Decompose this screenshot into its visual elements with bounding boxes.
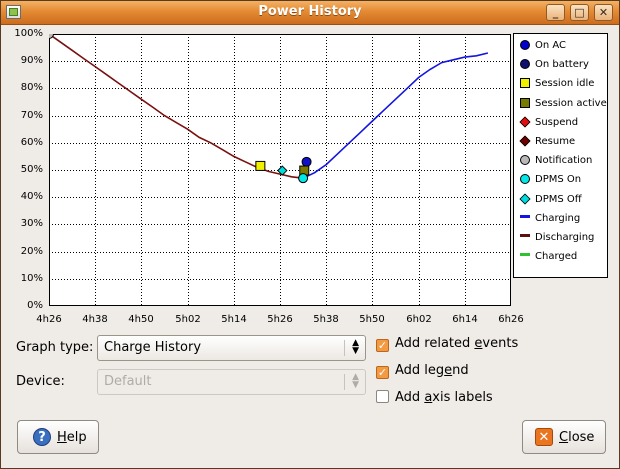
add-axis-labels-checkbox[interactable]: Add axis labels <box>376 390 493 405</box>
legend-item: On battery <box>520 59 589 70</box>
legend-swatch-square-icon <box>520 97 530 108</box>
legend-item: Notification <box>520 155 592 166</box>
legend-item: On AC <box>520 40 566 51</box>
x-tick-label: 6h14 <box>452 314 478 325</box>
legend-swatch-circle-icon <box>520 174 530 185</box>
legend-label: Suspend <box>535 116 579 128</box>
close-window-button[interactable]: ✕ <box>594 4 613 21</box>
legend-swatch-diamond-icon <box>519 135 531 147</box>
legend-swatch-circle-icon <box>520 40 530 50</box>
legend-label: Charging <box>535 212 581 224</box>
legend-item: Session active <box>520 97 607 109</box>
legend-label: On AC <box>535 40 567 51</box>
charge-history-chart <box>49 34 511 306</box>
y-tick-label: 100% <box>14 28 43 39</box>
series-discharging-line <box>49 34 304 179</box>
y-tick-label: 60% <box>20 137 43 148</box>
series-charging-line <box>302 52 489 179</box>
marker-notification <box>49 34 54 39</box>
legend-label: Resume <box>535 136 576 147</box>
titlebar: Power History _ □ ✕ <box>1 1 619 25</box>
legend-label: Session active <box>535 97 607 109</box>
graph-type-value: Charge History <box>104 340 202 355</box>
device-select: Default ▲ ▼ <box>97 369 366 395</box>
legend-label: Session idle <box>535 78 595 90</box>
legend: On AC On battery Session idle Session activ… <box>513 33 608 278</box>
y-tick-label: 20% <box>20 246 43 257</box>
checkbox-unchecked-icon <box>376 390 389 403</box>
y-tick-label: 0% <box>27 300 43 311</box>
select-arrows-icon: ▲ ▼ <box>352 338 359 356</box>
x-tick-label: 4h26 <box>36 314 62 325</box>
close-icon: ✕ <box>535 428 553 446</box>
help-icon: ? <box>33 428 51 446</box>
legend-label: Charged <box>535 251 578 263</box>
maximize-button[interactable]: □ <box>570 4 589 21</box>
y-tick-label: 70% <box>20 110 43 121</box>
device-label: Device: <box>16 374 65 389</box>
legend-label: Notification <box>535 155 593 167</box>
y-tick-label: 30% <box>20 218 43 229</box>
x-tick-label: 5h38 <box>313 314 339 325</box>
legend-label: Discharging <box>535 232 595 243</box>
device-value: Default <box>104 374 152 389</box>
y-tick-label: 10% <box>20 273 43 284</box>
legend-swatch-line-icon <box>520 253 530 257</box>
legend-swatch-circle-icon <box>520 59 530 70</box>
legend-swatch-square-icon <box>520 78 530 89</box>
graph-type-select[interactable]: Charge History ▲ ▼ <box>97 335 366 361</box>
legend-item: Suspend <box>519 116 579 128</box>
x-tick-label: 5h02 <box>175 314 201 325</box>
add-legend-checkbox[interactable]: ✓ Add legend <box>376 363 469 379</box>
legend-swatch-diamond-icon <box>519 116 531 128</box>
x-tick-label: 6h26 <box>498 314 524 325</box>
window-title: Power History <box>258 4 362 19</box>
legend-label: DPMS Off <box>535 193 582 205</box>
legend-item: DPMS Off <box>519 193 582 205</box>
legend-swatch-diamond-icon <box>519 193 531 205</box>
help-button[interactable]: ? Help <box>17 420 99 454</box>
legend-label: On battery <box>535 59 589 71</box>
legend-swatch-circle-icon <box>520 155 530 166</box>
legend-label: DPMS On <box>535 174 582 186</box>
checkbox-checked-icon: ✓ <box>376 339 389 352</box>
legend-item: Charging <box>520 213 580 224</box>
legend-item: Charged <box>520 251 577 262</box>
y-tick-label: 80% <box>20 82 43 93</box>
x-tick-label: 5h50 <box>359 314 385 325</box>
y-tick-label: 50% <box>20 164 43 175</box>
x-tick-label: 4h38 <box>82 314 108 325</box>
minimize-button[interactable]: _ <box>546 4 565 21</box>
legend-item: Resume <box>519 135 576 147</box>
checkbox-checked-icon: ✓ <box>376 366 389 379</box>
close-button[interactable]: ✕ Close <box>522 420 606 454</box>
legend-swatch-line-icon <box>520 234 530 237</box>
x-tick-label: 5h14 <box>221 314 247 325</box>
y-tick-label: 90% <box>20 55 43 66</box>
legend-item: Session idle <box>520 78 594 89</box>
legend-item: Discharging <box>520 232 594 243</box>
x-tick-label: 6h02 <box>406 314 432 325</box>
power-history-window: Power History _ □ ✕ 100% 90% 80% 70% 60% 50% 4… <box>0 0 620 469</box>
marker-on-battery <box>301 156 312 167</box>
x-tick-label: 4h50 <box>128 314 154 325</box>
select-arrows-icon: ▲ ▼ <box>352 372 359 390</box>
marker-dpms-on <box>298 173 309 184</box>
legend-item: DPMS On <box>520 174 581 185</box>
y-tick-label: 40% <box>20 191 43 202</box>
marker-session-idle <box>255 160 266 171</box>
x-tick-label: 5h26 <box>267 314 293 325</box>
legend-swatch-line-icon <box>520 214 530 218</box>
graph-type-label: Graph type: <box>16 340 94 355</box>
add-related-events-checkbox[interactable]: ✓ Add related events <box>376 336 518 352</box>
